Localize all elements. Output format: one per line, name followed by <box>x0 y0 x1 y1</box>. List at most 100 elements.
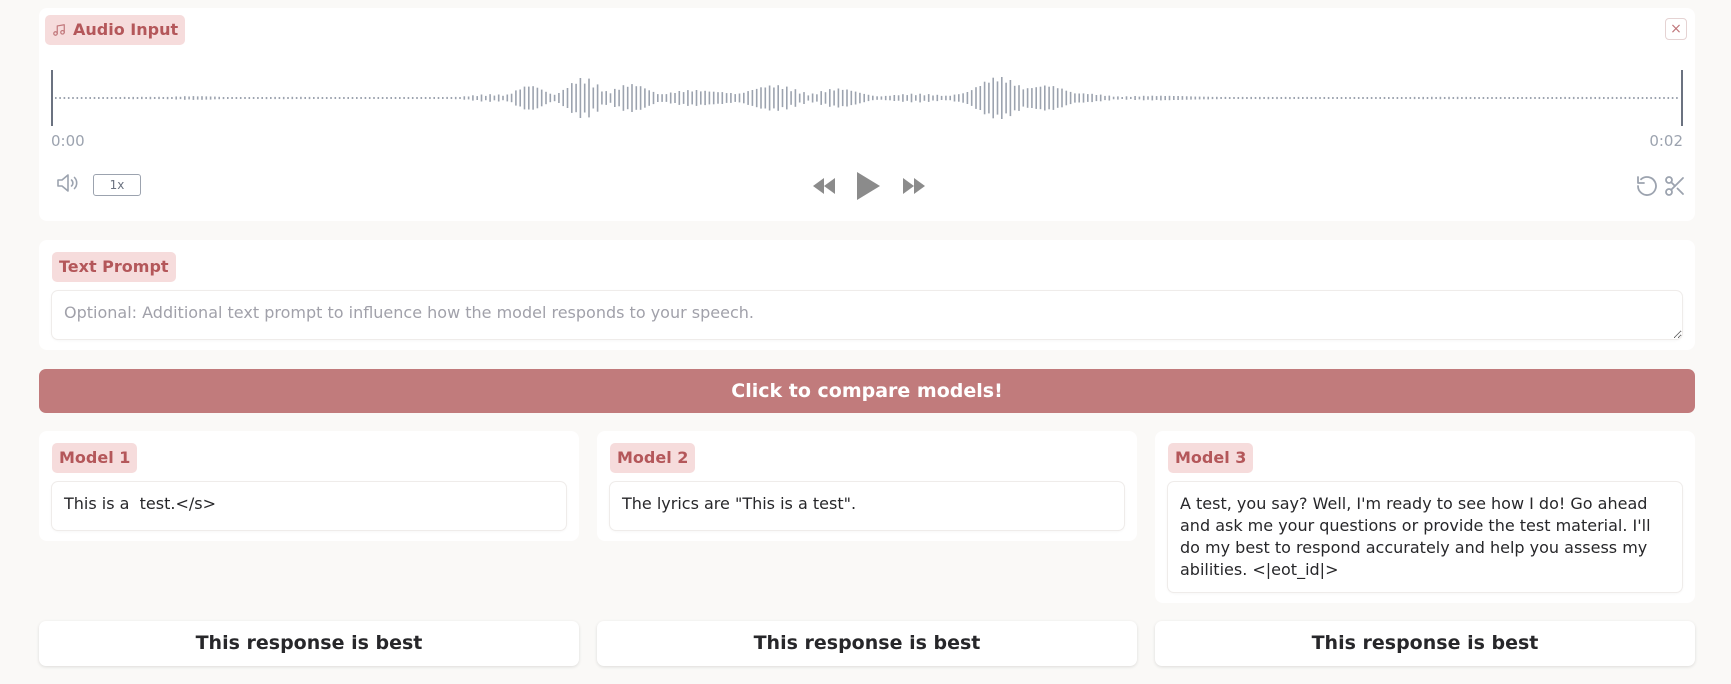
waveform-bar <box>1392 97 1394 99</box>
waveform-bar <box>1637 97 1639 100</box>
waveform-bar <box>859 92 861 104</box>
waveform-bar <box>657 94 659 102</box>
waveform-bar <box>1607 97 1609 100</box>
waveform-bar <box>1211 96 1214 100</box>
compare-models-button[interactable]: Click to compare models! <box>39 369 1695 413</box>
waveform-bar <box>209 96 212 100</box>
waveform-bar <box>970 90 973 106</box>
waveform-bar <box>536 87 539 109</box>
waveform-bar <box>1216 96 1218 100</box>
waveform-bar <box>59 97 61 99</box>
waveform-bar <box>1306 96 1308 99</box>
waveform-bar <box>89 97 91 99</box>
waveform-bar <box>1486 97 1489 99</box>
waveform-bar <box>1108 95 1111 101</box>
waveform-bar <box>1560 97 1562 99</box>
waveform-bar <box>115 97 117 99</box>
waveform-bar <box>820 91 822 105</box>
waveform-bar <box>811 93 814 103</box>
waveform-bar <box>166 96 169 100</box>
waveform-bar <box>510 93 513 103</box>
scissors-icon[interactable] <box>1663 174 1687 198</box>
waveform-bar <box>321 97 324 99</box>
waveform-bar <box>1508 97 1510 99</box>
waveform-bar <box>1220 97 1222 99</box>
play-icon[interactable] <box>857 172 880 200</box>
waveform-bar <box>588 78 590 118</box>
waveform-bar <box>1194 96 1197 100</box>
waveform-bar <box>1400 97 1403 99</box>
waveform-bar <box>454 96 457 100</box>
waveform-bar <box>549 93 552 103</box>
trim-end-handle[interactable] <box>1681 70 1683 126</box>
model-2-response[interactable]: The lyrics are "This is a test". <box>610 482 1124 530</box>
waveform-bar <box>1405 97 1407 99</box>
best-response-button-3[interactable]: This response is best <box>1155 621 1695 666</box>
waveform-bar <box>1547 97 1549 99</box>
best-response-button-1[interactable]: This response is best <box>39 621 579 666</box>
waveform-bar <box>1087 94 1089 102</box>
waveform-bar <box>1512 97 1515 99</box>
rewind-icon[interactable] <box>813 178 835 194</box>
waveform-bar <box>377 97 380 99</box>
waveform-bar <box>1422 96 1424 100</box>
waveform-bar <box>476 96 478 100</box>
waveform-bar <box>1426 97 1429 99</box>
text-prompt-panel: Text Prompt <box>39 240 1695 350</box>
waveform-bar <box>1379 97 1381 99</box>
audio-input-label-text: Audio Input <box>73 20 179 39</box>
close-button[interactable]: × <box>1665 18 1687 40</box>
audio-waveform[interactable] <box>51 58 1683 138</box>
waveform-bar <box>231 97 233 99</box>
waveform-bar <box>171 97 173 99</box>
waveform-bar <box>394 97 397 99</box>
waveform-bar <box>747 91 749 105</box>
waveform-bar <box>1297 96 1300 99</box>
waveform-bar <box>1469 97 1472 99</box>
total-duration: 0:02 <box>1649 132 1683 150</box>
waveform-bar <box>691 91 693 105</box>
volume-icon[interactable] <box>55 171 81 195</box>
waveform-bar <box>1069 91 1072 105</box>
waveform-bar <box>910 93 913 103</box>
waveform-bar <box>1289 97 1291 100</box>
waveform-bar <box>1409 97 1412 99</box>
waveform-bar <box>927 94 930 102</box>
waveform-bar <box>648 90 650 106</box>
waveform-bar <box>1276 96 1278 100</box>
waveform-bar <box>1555 97 1558 99</box>
waveform-bar <box>179 96 182 100</box>
waveform-bar <box>1349 97 1351 99</box>
waveform-bar <box>700 91 702 105</box>
trim-start-handle[interactable] <box>51 70 53 126</box>
audio-input-label: Audio Input <box>45 15 186 45</box>
waveform-bar <box>863 93 865 103</box>
waveform-bar <box>902 94 904 102</box>
waveform-bar <box>459 97 461 99</box>
waveform-bar <box>940 95 943 100</box>
model-3-label: Model 3 <box>1168 443 1254 473</box>
waveform-bar <box>936 94 939 102</box>
waveform-bar <box>1259 96 1261 100</box>
waveform-bar <box>175 96 177 100</box>
waveform-bar <box>816 94 818 102</box>
waveform-bar <box>80 97 83 99</box>
waveform-bar <box>1667 97 1670 99</box>
model-3-response[interactable]: A test, you say? Well, I'm ready to see … <box>1168 482 1682 592</box>
waveform-bar <box>1314 97 1317 100</box>
fast-forward-icon[interactable] <box>903 178 925 194</box>
waveform-bar <box>325 97 328 99</box>
undo-icon[interactable] <box>1635 174 1659 198</box>
waveform-bar <box>1130 96 1132 99</box>
waveform-bar <box>446 96 448 99</box>
waveform-bar <box>1332 97 1334 99</box>
waveform-bar <box>1117 96 1119 100</box>
waveform-bar <box>1173 96 1175 100</box>
waveform-bar <box>1628 96 1631 99</box>
best-response-button-2[interactable]: This response is best <box>597 621 1137 666</box>
waveform-bar <box>1439 96 1442 100</box>
text-prompt-input[interactable] <box>52 291 1682 339</box>
playback-speed-button[interactable]: 1x <box>93 174 141 196</box>
waveform-bar <box>1598 96 1601 100</box>
model-1-response[interactable]: This is a test.</s> <box>52 482 566 530</box>
